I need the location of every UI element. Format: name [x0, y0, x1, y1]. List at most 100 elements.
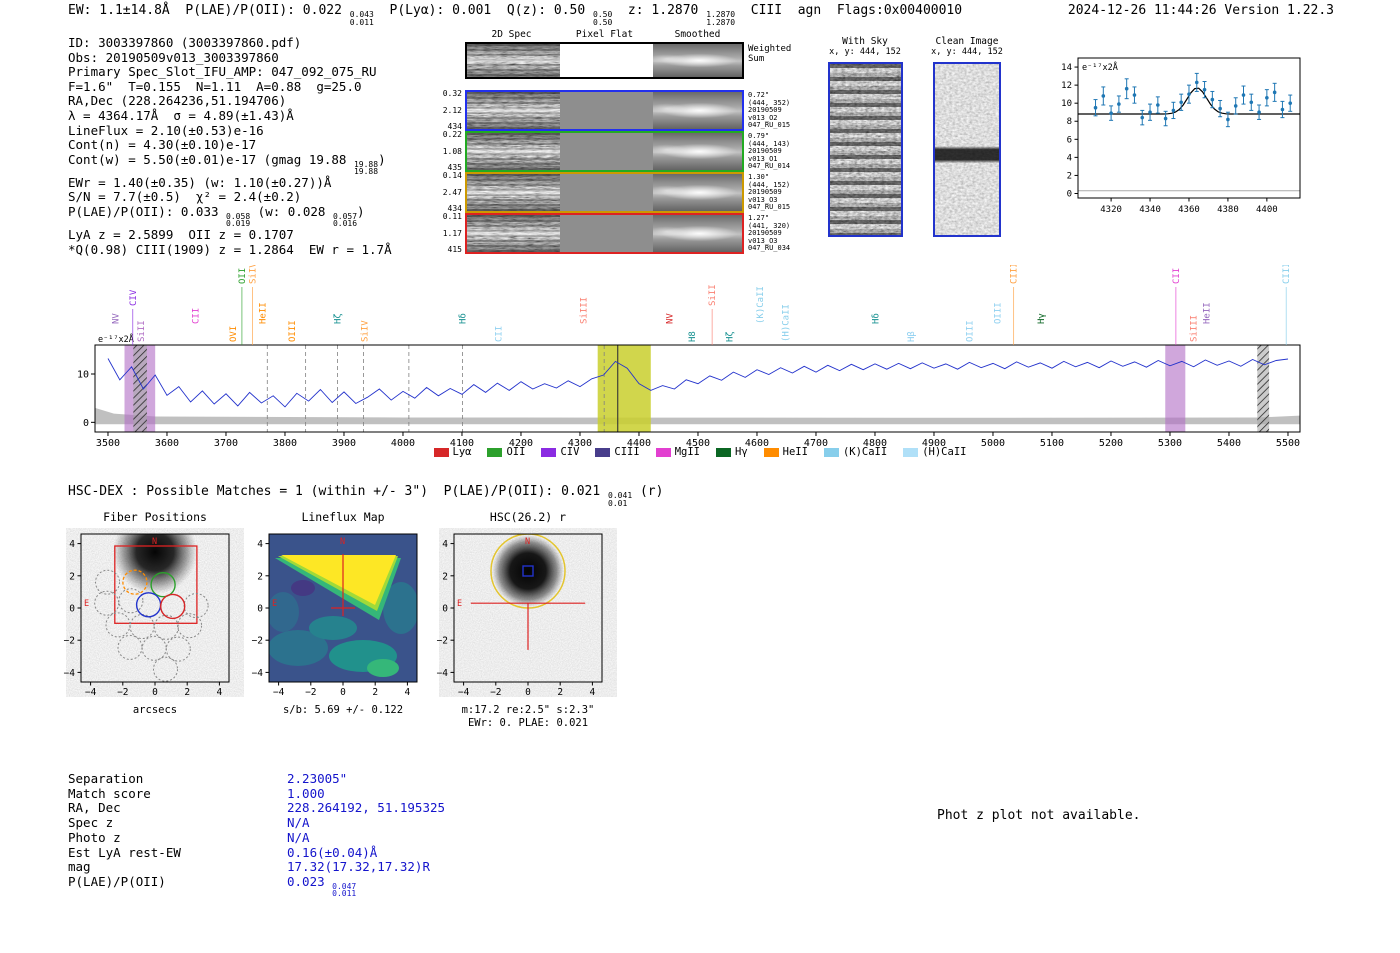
match-row: mag 17.32(17.32,17.32)R	[68, 859, 445, 875]
legend-swatch	[487, 447, 503, 457]
text-seg: )	[357, 203, 365, 219]
cutout-scale-ticks: 0.11 1.17 415	[429, 213, 462, 254]
legend-label: (K)CaII	[842, 446, 888, 458]
cutout-annotation: 1.27" (441, 320) 20190509 v013_O3 047_RU_034	[748, 214, 820, 253]
x-tick-label: −4	[458, 687, 470, 698]
y-tick-label: 4	[257, 539, 263, 550]
x-tick-label: 2	[184, 687, 190, 698]
emission-line-label: NV	[112, 313, 122, 324]
emission-line-label: SiII	[137, 320, 147, 342]
text-seg: (r)	[632, 484, 664, 499]
emission-line-label: HeII	[1203, 302, 1213, 324]
header-summary: EW: 1.1±14.8Å P(LAE)/P(OII): 0.022 0.043…	[68, 3, 962, 26]
axes-box	[1077, 57, 1301, 199]
stacked-uncertainty: 0.047 0.011	[332, 881, 357, 899]
scale-tick: 0.22	[442, 130, 462, 139]
x-tick-label: 4320	[1100, 205, 1122, 215]
cutout-flat-image	[560, 133, 653, 170]
match-row: Separation 2.23005"	[68, 771, 445, 787]
x-tick-label: 2	[557, 687, 563, 698]
full-spectrum-plot: 3500 3600 3700 3800 3900 4000 4100 4200 4300 4400…	[77, 265, 1301, 449]
info-line: Primary Spec_Slot_IFU_AMP: 047_092_075_R…	[68, 64, 392, 80]
emission-line-label: SiII	[708, 284, 718, 306]
y-tick-label: 0	[69, 604, 75, 615]
info-line: *Q(0.98) CIII(1909) z = 1.2864 EW r = 1.…	[68, 242, 392, 258]
lineflux-map-xlabel: s/b: 5.69 +/- 0.122	[282, 704, 404, 716]
cutout-row	[465, 213, 744, 254]
x-tick-label: 4340	[1139, 205, 1161, 215]
y-tick-label: −2	[64, 636, 75, 647]
y-tick-label: −4	[64, 668, 76, 679]
cutout-annotation: 0.79" (444, 143) 20190509 v013_O1 047_RU_014	[748, 132, 820, 171]
y-tick-label: −4	[437, 668, 449, 679]
compass-north-label: N	[152, 537, 157, 547]
match-row-label: mag	[68, 859, 91, 875]
legend-swatch	[823, 447, 839, 457]
match-row: RA, Dec 228.264192, 51.195325	[68, 801, 445, 816]
info-line: Obs: 20190509v013_3003397860	[68, 50, 392, 66]
x-tick-label: −2	[490, 687, 501, 698]
scale-tick: 2.12	[442, 105, 462, 115]
match-row-value: 0.023 0.047 0.011	[287, 874, 356, 898]
cutout-smooth-image	[653, 133, 742, 170]
cutout-col-title-smoothed: Smoothed	[674, 29, 721, 40]
data-point	[1233, 104, 1238, 108]
match-row: Spec z N/A	[68, 815, 445, 831]
cutout-overlay	[467, 44, 560, 77]
match-row-value: 1.000	[287, 786, 325, 801]
match-row: Match score 1.000	[68, 786, 445, 802]
legend-label: Hγ	[735, 446, 748, 458]
text-seg: 228.264192, 51.195325	[287, 800, 446, 816]
emission-line-label: OII	[238, 268, 248, 284]
data-point	[1280, 107, 1285, 112]
cutout-scale-ticks: 0.22 1.08 435	[429, 131, 462, 172]
scale-tick: 1.08	[442, 146, 462, 156]
text-seg: S/N = 7.7(±0.5) χ² = 2.4(±0.2)	[68, 189, 302, 205]
match-row-label: Est LyA rest-EW	[68, 844, 181, 860]
cutout-spec-image	[467, 133, 560, 170]
weighted-sum-row	[465, 42, 744, 79]
y-tick-label: 12	[1061, 81, 1072, 91]
highlight-band	[597, 345, 651, 432]
y-tick-label: 4	[69, 539, 75, 550]
cutout-flat-image	[560, 44, 653, 77]
legend-item: MgII	[655, 446, 700, 458]
data-point	[1257, 110, 1261, 115]
hsc-r-plot: N E −4 −4 −2 −2 0 0 2 2 4 4	[437, 533, 603, 698]
cutout-spec-image	[467, 92, 560, 129]
data-point	[1210, 97, 1215, 102]
withsky-coords: x, y: 444, 152	[829, 47, 901, 57]
emission-line-label: Hδ	[459, 313, 469, 324]
legend-swatch	[433, 447, 449, 457]
x-tick-label: 4400	[1256, 205, 1278, 215]
text-seg: P(LAE)/P(OII): 0.033	[68, 203, 227, 219]
text-seg: )	[378, 151, 386, 167]
lineflux-map-panel: Lineflux Map N E −4 −4 −2 −2 0 0 2 2 4 4 s/b: 5.6…	[243, 510, 443, 717]
x-tick-label: 4380	[1217, 205, 1239, 215]
annotation-line: 047_RU_034	[748, 244, 791, 253]
match-table: Separation 2.23005" Match score 1.000 RA, De…	[68, 771, 445, 898]
scale-tick: 0.14	[442, 171, 462, 180]
clean-image	[933, 62, 1001, 237]
text-seg: EW: 1.1±14.8Å P(LAE)/P(OII): 0.022	[68, 3, 350, 18]
match-row-value: 17.32(17.32,17.32)R	[287, 859, 430, 874]
y-tick-label: 4	[1067, 153, 1072, 163]
data-point	[1132, 93, 1137, 97]
cutout-smooth-image	[653, 174, 742, 211]
data-point	[1093, 105, 1098, 110]
info-line: RA,Dec (228.264236,51.194706)	[68, 94, 392, 109]
emission-line-label: CII	[191, 308, 201, 324]
emission-line-label: OIII	[965, 320, 975, 342]
compass-north-label: N	[525, 537, 530, 547]
legend-label: CIII	[614, 446, 640, 458]
sky-bands-overlay	[830, 64, 901, 235]
cutout-overlay	[653, 215, 742, 252]
annotation-line: 047_RU_014	[748, 162, 791, 171]
cutout-smooth-image	[653, 92, 742, 129]
info-line: LineFlux = 2.10(±0.53)e-16	[68, 123, 392, 139]
scale-tick: 1.17	[442, 228, 462, 238]
info-line: Cont(w) = 5.50(±0.01)e-17 (gmag 19.88 19…	[68, 151, 392, 176]
text-seg: CIII agn Flags:0x00400010	[735, 3, 963, 18]
data-point	[1202, 87, 1207, 92]
x-tick-label: −2	[305, 687, 316, 698]
